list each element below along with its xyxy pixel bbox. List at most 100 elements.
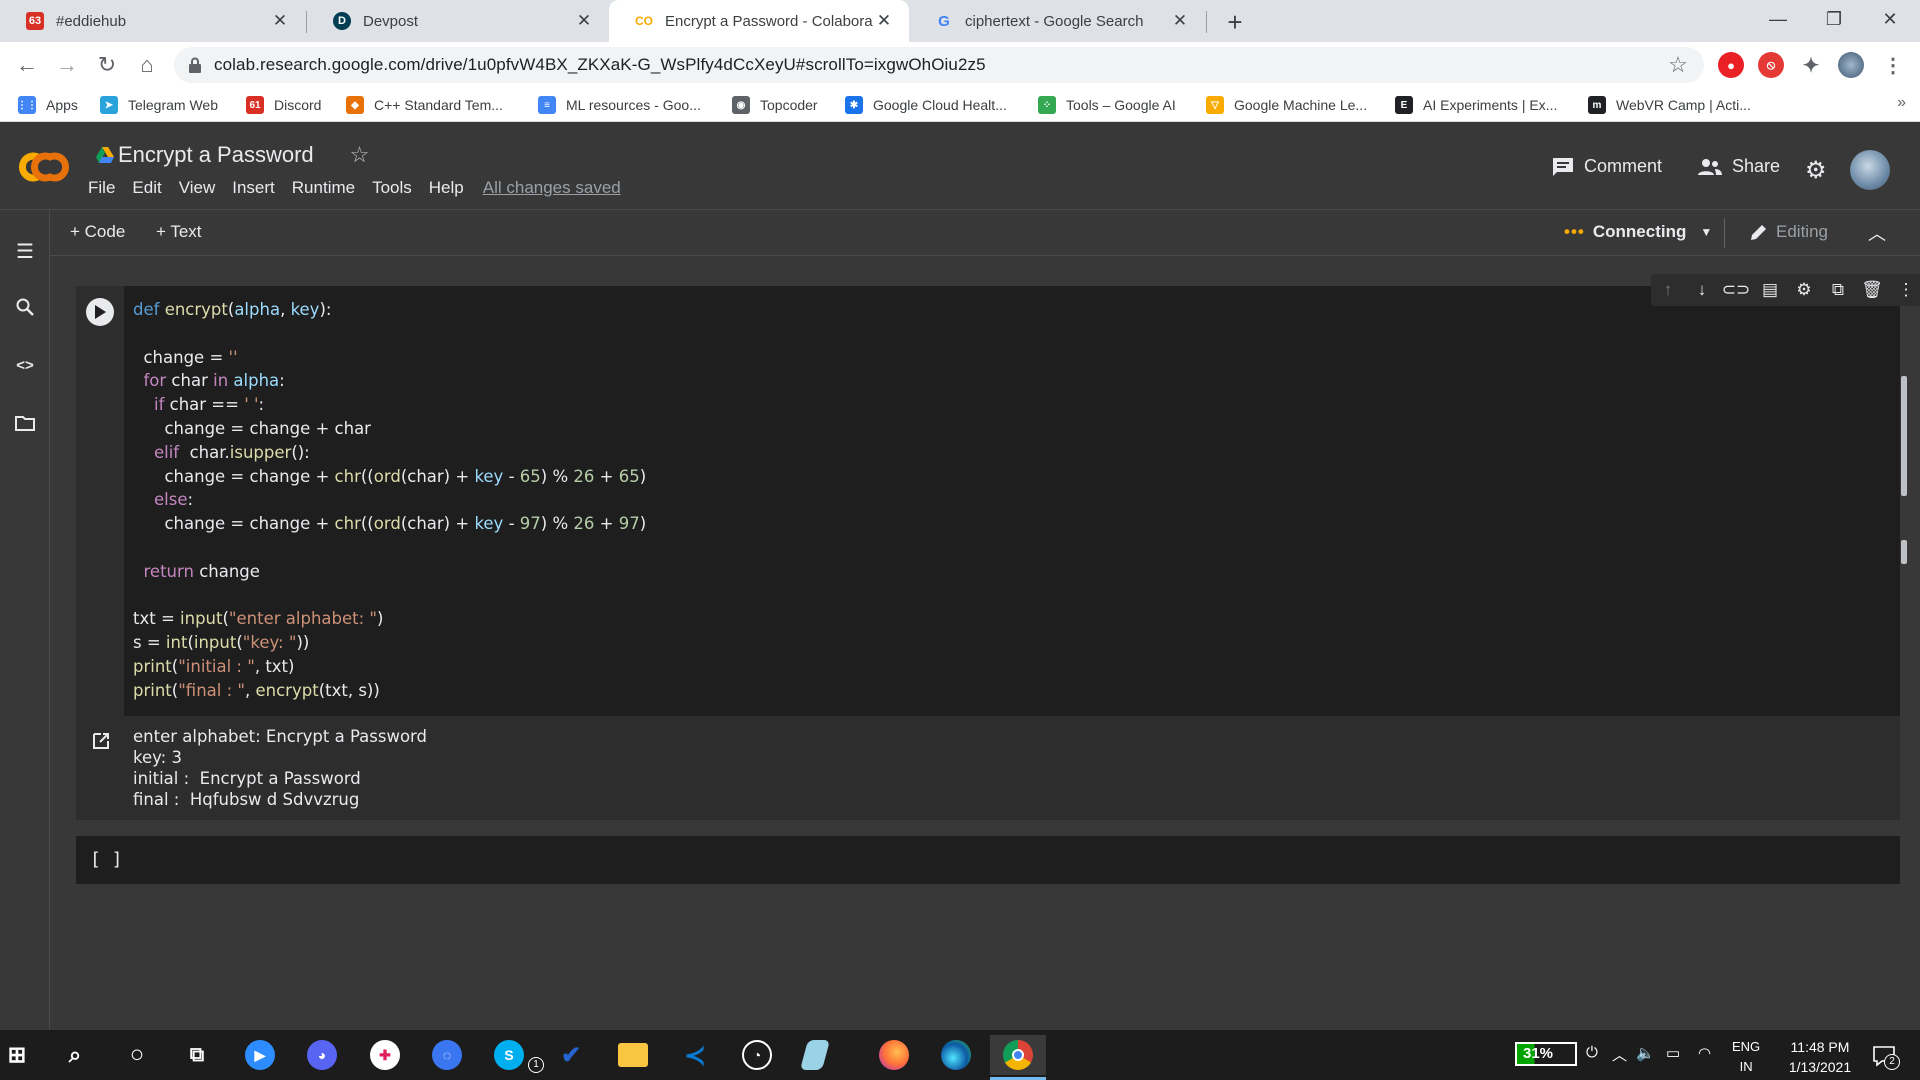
delete-cell-icon[interactable]: 🗑 [1855,280,1889,300]
close-tab-icon[interactable]: ✕ [269,10,291,32]
reload-icon[interactable]: ↻ [92,50,122,80]
bookmark-label: Discord [274,97,322,113]
restore-window-button[interactable]: ❐ [1806,0,1862,38]
vscode-icon[interactable]: ≺ [680,1035,736,1075]
minimize-window-button[interactable]: — [1750,0,1806,38]
bookmark-item[interactable]: E AI Experiments | Ex... [1395,93,1557,117]
add-comment-icon[interactable]: ▤ [1753,280,1787,300]
settings-gear-icon[interactable]: ⚙ [1805,156,1827,185]
extensions-puzzle-icon[interactable]: ✦ [1798,52,1824,78]
add-code-cell-button[interactable]: + Code [70,222,125,242]
move-cell-down-icon[interactable]: ↓ [1685,280,1719,300]
new-tab-button[interactable]: + [1219,6,1251,38]
skype-icon[interactable]: S1 [494,1035,550,1075]
zoom-icon[interactable]: ▶ [245,1035,301,1075]
firefox-icon[interactable] [866,1035,922,1075]
profile-avatar[interactable] [1838,52,1864,78]
menu-runtime[interactable]: Runtime [292,178,355,198]
menu-view[interactable]: View [179,178,216,198]
mirror-cell-icon[interactable]: ⧉ [1821,280,1855,300]
signal-icon[interactable]: ◌ [432,1035,488,1075]
code-cell[interactable]: def encrypt(alpha, key): change = '' for… [76,274,1920,716]
run-cell-button[interactable] [86,298,114,326]
editor-scrollbar[interactable] [1901,376,1907,496]
chrome-icon[interactable] [990,1035,1046,1080]
table-of-contents-icon[interactable]: ☰ [12,238,38,264]
bookmark-item[interactable]: ◆ C++ Standard Tem... [346,93,503,117]
menu-insert[interactable]: Insert [232,178,275,198]
tab-eddiehub[interactable]: 63 #eddiehub ✕ [0,0,305,42]
code-snippets-icon[interactable]: <> [12,352,38,378]
star-notebook-icon[interactable]: ☆ [350,142,370,168]
adblock-extension-icon[interactable]: ● [1718,52,1744,78]
tab-colab-active[interactable]: CO Encrypt a Password - Colaborato ✕ [609,0,909,42]
back-arrow-icon[interactable]: ← [12,50,42,80]
bookmark-star-icon[interactable]: ☆ [1664,51,1692,79]
tab-google-search[interactable]: G ciphertext - Google Search ✕ [909,0,1205,42]
bookmark-item[interactable]: ◉ Topcoder [732,93,818,117]
tab-devpost[interactable]: D Devpost ✕ [307,0,609,42]
edge-icon[interactable] [928,1035,984,1075]
files-folder-icon[interactable] [12,410,38,436]
cell-settings-icon[interactable]: ⚙ [1787,280,1821,300]
close-tab-icon[interactable]: ✕ [873,10,895,32]
discord-icon[interactable]: ◕ [307,1035,363,1075]
menu-tools[interactable]: Tools [372,178,412,198]
close-window-button[interactable]: ✕ [1862,0,1918,38]
collapse-header-icon[interactable]: ︿ [1868,220,1886,246]
editing-mode-button[interactable]: Editing [1750,222,1828,242]
notes-icon[interactable] [799,1035,860,1075]
share-button[interactable]: Share [1698,156,1780,177]
input-language[interactable]: ENG IN [1732,1037,1760,1077]
forward-arrow-icon[interactable]: → [52,50,82,80]
cortana-icon[interactable]: ○ [122,1035,178,1075]
code-editor[interactable]: def encrypt(alpha, key): change = '' for… [133,298,646,703]
bookmark-item[interactable]: ▽ Google Machine Le... [1206,93,1367,117]
address-bar[interactable]: colab.research.google.com/drive/1u0pfvW4… [174,47,1704,83]
search-icon[interactable]: ⌕ [60,1035,116,1075]
runtime-connect-button[interactable]: ••• Connecting ▼ [1564,222,1712,242]
user-avatar[interactable] [1850,150,1890,190]
save-status-link[interactable]: All changes saved [483,178,621,198]
bookmark-item[interactable]: ✱ Google Cloud Healt... [845,93,1007,117]
close-tab-icon[interactable]: ✕ [573,10,595,32]
windows-start-icon[interactable]: ⊞ [2,1035,58,1075]
slack-icon[interactable]: ✚ [370,1035,426,1075]
notifications-icon[interactable]: 2 [1870,1042,1900,1070]
menu-edit[interactable]: Edit [132,178,161,198]
bookmark-item[interactable]: ➤ Telegram Web [100,93,218,117]
battery-indicator[interactable]: 31% [1515,1042,1577,1066]
empty-code-cell[interactable]: [ ] [76,836,1900,884]
bookmark-item[interactable]: 61 Discord [246,93,321,117]
bookmark-item[interactable]: ≡ ML resources - Goo... [538,93,701,117]
volume-icon[interactable]: 🔈 [1636,1044,1655,1062]
more-actions-icon[interactable]: ⋮ [1889,280,1920,300]
browser-menu-icon[interactable]: ⋮ [1880,52,1906,78]
search-icon[interactable] [12,294,38,320]
show-hidden-icons-icon[interactable]: ︿ [1612,1044,1627,1065]
close-tab-icon[interactable]: ✕ [1169,10,1191,32]
link-to-cell-icon[interactable]: ⊂⊃ [1719,280,1753,300]
move-cell-up-icon[interactable]: ↑ [1651,280,1685,300]
output-redirect-icon[interactable] [90,730,112,752]
dropdown-arrow-icon[interactable]: ▼ [1700,225,1712,239]
bookmark-item[interactable]: ⋮⋮ Apps [17,93,78,117]
task-view-icon[interactable]: ⧉ [182,1035,238,1075]
menu-help[interactable]: Help [429,178,464,198]
todo-icon[interactable]: ✔ [556,1035,612,1075]
bookmark-item[interactable]: ⁘ Tools – Google AI [1038,93,1176,117]
bookmark-item[interactable]: m WebVR Camp | Acti... [1588,93,1751,117]
colab-logo[interactable] [16,150,70,184]
home-icon[interactable]: ⌂ [132,50,162,80]
menu-file[interactable]: File [88,178,115,198]
system-clock[interactable]: 11:48 PM 1/13/2021 [1770,1037,1870,1077]
file-explorer-icon[interactable] [618,1035,674,1075]
battery-tray-icon[interactable]: ▭ [1666,1044,1680,1062]
add-text-cell-button[interactable]: + Text [156,222,202,242]
comment-button[interactable]: Comment [1552,156,1662,177]
blocker-extension-icon[interactable]: ⦸ [1758,52,1784,78]
obs-icon[interactable]: ◔ [742,1035,798,1075]
notebook-title[interactable]: Encrypt a Password [118,142,314,168]
wifi-icon[interactable]: ◠ [1698,1044,1711,1062]
more-bookmarks-chevron-icon[interactable]: » [1897,94,1906,112]
